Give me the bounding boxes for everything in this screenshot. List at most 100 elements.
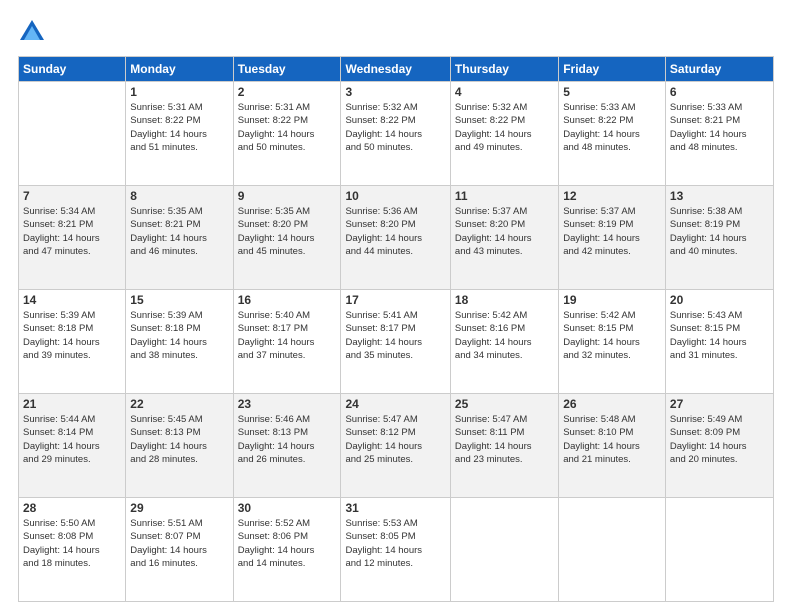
calendar-cell <box>19 82 126 186</box>
day-number: 12 <box>563 189 661 203</box>
day-info: Sunrise: 5:37 AMSunset: 8:19 PMDaylight:… <box>563 205 661 258</box>
day-number: 14 <box>23 293 121 307</box>
day-info: Sunrise: 5:44 AMSunset: 8:14 PMDaylight:… <box>23 413 121 466</box>
calendar-cell: 24Sunrise: 5:47 AMSunset: 8:12 PMDayligh… <box>341 394 450 498</box>
day-info: Sunrise: 5:43 AMSunset: 8:15 PMDaylight:… <box>670 309 769 362</box>
calendar-cell: 10 Sunrise: 5:36 AMSunset: 8:20 PMDayligh… <box>341 186 450 290</box>
calendar-cell: 2 Sunrise: 5:31 AMSunset: 8:22 PMDaylight… <box>233 82 341 186</box>
calendar-cell: 17 Sunrise: 5:41 AMSunset: 8:17 PMDayligh… <box>341 290 450 394</box>
calendar-cell: 27Sunrise: 5:49 AMSunset: 8:09 PMDayligh… <box>665 394 773 498</box>
calendar-cell: 23 Sunrise: 5:46 AMSunset: 8:13 PMDayligh… <box>233 394 341 498</box>
day-number: 29 <box>130 501 228 515</box>
day-info: Sunrise: 5:35 AMSunset: 8:21 PMDaylight:… <box>130 205 228 258</box>
logo <box>18 18 50 46</box>
day-number: 8 <box>130 189 228 203</box>
calendar-cell: 18 Sunrise: 5:42 AMSunset: 8:16 PMDayligh… <box>450 290 558 394</box>
day-number: 27 <box>670 397 769 411</box>
day-info: Sunrise: 5:35 AMSunset: 8:20 PMDaylight:… <box>238 205 337 258</box>
day-number: 7 <box>23 189 121 203</box>
day-info: Sunrise: 5:33 AMSunset: 8:22 PMDaylight:… <box>563 101 661 154</box>
header-cell-wednesday: Wednesday <box>341 57 450 82</box>
calendar-cell: 22 Sunrise: 5:45 AMSunset: 8:13 PMDayligh… <box>126 394 233 498</box>
calendar-cell: 30Sunrise: 5:52 AMSunset: 8:06 PMDayligh… <box>233 498 341 602</box>
calendar-cell: 31Sunrise: 5:53 AMSunset: 8:05 PMDayligh… <box>341 498 450 602</box>
day-number: 11 <box>455 189 554 203</box>
calendar-cell: 4 Sunrise: 5:32 AMSunset: 8:22 PMDaylight… <box>450 82 558 186</box>
day-info: Sunrise: 5:41 AMSunset: 8:17 PMDaylight:… <box>345 309 445 362</box>
day-number: 18 <box>455 293 554 307</box>
week-row-0: 1 Sunrise: 5:31 AMSunset: 8:22 PMDaylight… <box>19 82 774 186</box>
calendar-cell: 12 Sunrise: 5:37 AMSunset: 8:19 PMDayligh… <box>559 186 666 290</box>
calendar-cell <box>559 498 666 602</box>
day-info: Sunrise: 5:47 AMSunset: 8:12 PMDaylight:… <box>345 413 445 466</box>
week-row-2: 14 Sunrise: 5:39 AMSunset: 8:18 PMDayligh… <box>19 290 774 394</box>
calendar-cell: 28Sunrise: 5:50 AMSunset: 8:08 PMDayligh… <box>19 498 126 602</box>
page: SundayMondayTuesdayWednesdayThursdayFrid… <box>0 0 792 612</box>
header-cell-friday: Friday <box>559 57 666 82</box>
calendar-cell: 8 Sunrise: 5:35 AMSunset: 8:21 PMDaylight… <box>126 186 233 290</box>
calendar-cell: 29 Sunrise: 5:51 AMSunset: 8:07 PMDayligh… <box>126 498 233 602</box>
header-row: SundayMondayTuesdayWednesdayThursdayFrid… <box>19 57 774 82</box>
day-info: Sunrise: 5:42 AMSunset: 8:16 PMDaylight:… <box>455 309 554 362</box>
day-number: 26 <box>563 397 661 411</box>
day-number: 20 <box>670 293 769 307</box>
calendar-cell: 7Sunrise: 5:34 AMSunset: 8:21 PMDaylight… <box>19 186 126 290</box>
calendar-cell <box>665 498 773 602</box>
day-info: Sunrise: 5:52 AMSunset: 8:06 PMDaylight:… <box>238 517 337 570</box>
day-info: Sunrise: 5:32 AMSunset: 8:22 PMDaylight:… <box>455 101 554 154</box>
day-number: 16 <box>238 293 337 307</box>
calendar-cell: 9 Sunrise: 5:35 AMSunset: 8:20 PMDaylight… <box>233 186 341 290</box>
calendar-cell: 14 Sunrise: 5:39 AMSunset: 8:18 PMDayligh… <box>19 290 126 394</box>
header-cell-tuesday: Tuesday <box>233 57 341 82</box>
logo-icon <box>18 18 46 46</box>
day-info: Sunrise: 5:37 AMSunset: 8:20 PMDaylight:… <box>455 205 554 258</box>
day-info: Sunrise: 5:53 AMSunset: 8:05 PMDaylight:… <box>345 517 445 570</box>
week-row-3: 21 Sunrise: 5:44 AMSunset: 8:14 PMDayligh… <box>19 394 774 498</box>
calendar-cell <box>450 498 558 602</box>
calendar-cell: 6 Sunrise: 5:33 AMSunset: 8:21 PMDaylight… <box>665 82 773 186</box>
header-cell-monday: Monday <box>126 57 233 82</box>
day-number: 15 <box>130 293 228 307</box>
day-number: 5 <box>563 85 661 99</box>
day-number: 21 <box>23 397 121 411</box>
day-info: Sunrise: 5:40 AMSunset: 8:17 PMDaylight:… <box>238 309 337 362</box>
day-info: Sunrise: 5:31 AMSunset: 8:22 PMDaylight:… <box>130 101 228 154</box>
day-number: 22 <box>130 397 228 411</box>
day-info: Sunrise: 5:51 AMSunset: 8:07 PMDaylight:… <box>130 517 228 570</box>
day-number: 4 <box>455 85 554 99</box>
day-info: Sunrise: 5:48 AMSunset: 8:10 PMDaylight:… <box>563 413 661 466</box>
calendar-table: SundayMondayTuesdayWednesdayThursdayFrid… <box>18 56 774 602</box>
day-number: 1 <box>130 85 228 99</box>
calendar-cell: 1 Sunrise: 5:31 AMSunset: 8:22 PMDaylight… <box>126 82 233 186</box>
day-info: Sunrise: 5:39 AMSunset: 8:18 PMDaylight:… <box>23 309 121 362</box>
calendar-cell: 3Sunrise: 5:32 AMSunset: 8:22 PMDaylight… <box>341 82 450 186</box>
day-info: Sunrise: 5:42 AMSunset: 8:15 PMDaylight:… <box>563 309 661 362</box>
day-number: 3 <box>345 85 445 99</box>
day-info: Sunrise: 5:36 AMSunset: 8:20 PMDaylight:… <box>345 205 445 258</box>
calendar-cell: 26 Sunrise: 5:48 AMSunset: 8:10 PMDayligh… <box>559 394 666 498</box>
day-number: 2 <box>238 85 337 99</box>
calendar-cell: 25Sunrise: 5:47 AMSunset: 8:11 PMDayligh… <box>450 394 558 498</box>
day-number: 6 <box>670 85 769 99</box>
header-cell-sunday: Sunday <box>19 57 126 82</box>
day-number: 10 <box>345 189 445 203</box>
day-info: Sunrise: 5:33 AMSunset: 8:21 PMDaylight:… <box>670 101 769 154</box>
calendar-cell: 20 Sunrise: 5:43 AMSunset: 8:15 PMDayligh… <box>665 290 773 394</box>
calendar-cell: 15 Sunrise: 5:39 AMSunset: 8:18 PMDayligh… <box>126 290 233 394</box>
day-number: 17 <box>345 293 445 307</box>
day-info: Sunrise: 5:31 AMSunset: 8:22 PMDaylight:… <box>238 101 337 154</box>
header <box>18 18 774 46</box>
day-info: Sunrise: 5:39 AMSunset: 8:18 PMDaylight:… <box>130 309 228 362</box>
day-info: Sunrise: 5:46 AMSunset: 8:13 PMDaylight:… <box>238 413 337 466</box>
day-info: Sunrise: 5:38 AMSunset: 8:19 PMDaylight:… <box>670 205 769 258</box>
day-info: Sunrise: 5:45 AMSunset: 8:13 PMDaylight:… <box>130 413 228 466</box>
header-cell-saturday: Saturday <box>665 57 773 82</box>
day-number: 23 <box>238 397 337 411</box>
day-number: 13 <box>670 189 769 203</box>
day-number: 19 <box>563 293 661 307</box>
day-info: Sunrise: 5:47 AMSunset: 8:11 PMDaylight:… <box>455 413 554 466</box>
day-number: 9 <box>238 189 337 203</box>
calendar-cell: 13 Sunrise: 5:38 AMSunset: 8:19 PMDayligh… <box>665 186 773 290</box>
week-row-4: 28Sunrise: 5:50 AMSunset: 8:08 PMDayligh… <box>19 498 774 602</box>
calendar-cell: 16 Sunrise: 5:40 AMSunset: 8:17 PMDayligh… <box>233 290 341 394</box>
